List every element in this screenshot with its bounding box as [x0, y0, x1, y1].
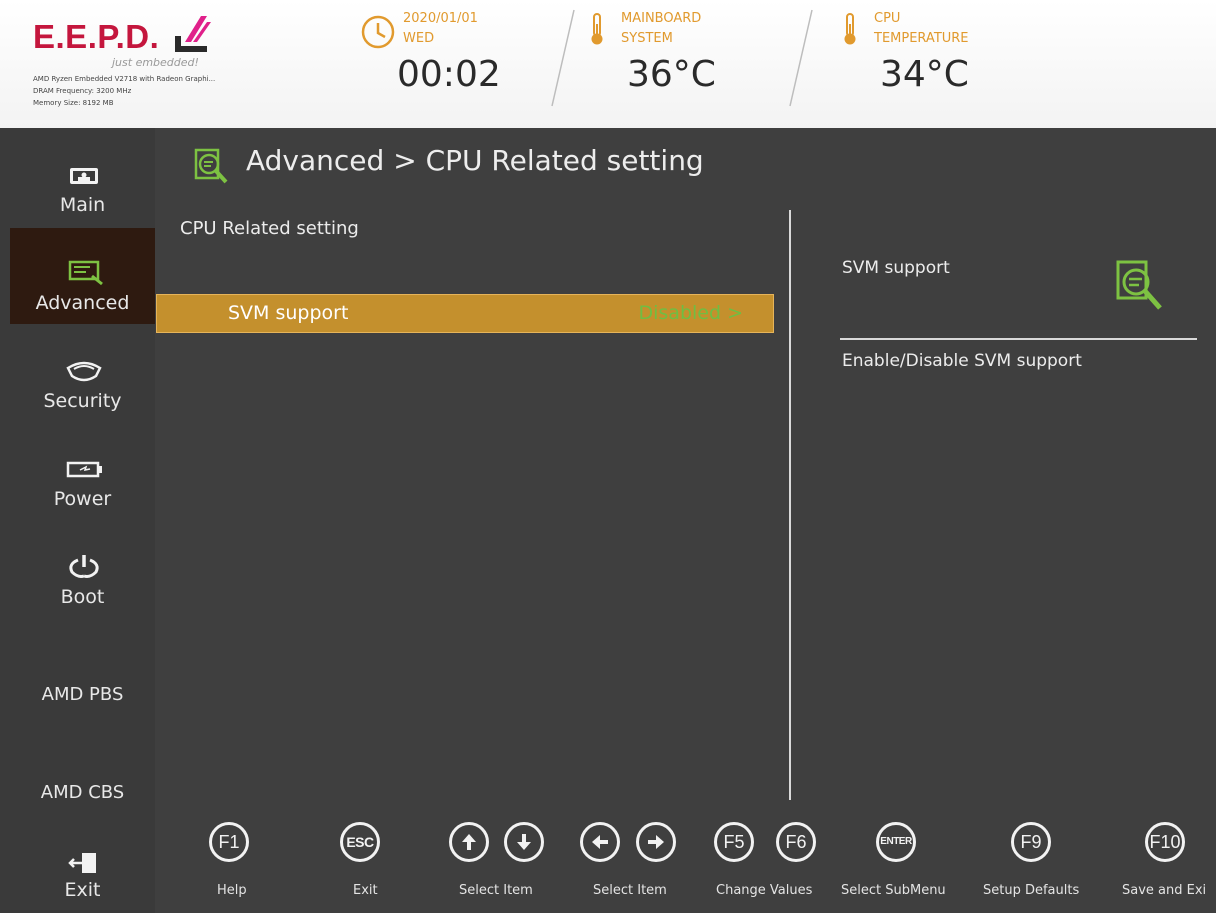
- sidebar-item-label: Security: [43, 390, 122, 412]
- f5-key[interactable]: F5: [714, 822, 754, 862]
- cpu-sublabel: TEMPERATURE: [874, 31, 969, 46]
- sidebar-item-power[interactable]: Power: [10, 424, 155, 520]
- sidebar-item-label: Main: [59, 194, 106, 216]
- mainboard-label: MAINBOARD: [621, 11, 702, 26]
- arrow-left-key[interactable]: [580, 822, 620, 862]
- panel-divider: [789, 210, 791, 800]
- power-cycle-icon: [69, 555, 99, 578]
- arrow-right-icon: [648, 835, 664, 849]
- f9-key[interactable]: F9: [1011, 822, 1051, 862]
- shield-icon: [66, 361, 102, 382]
- header-divider: [551, 9, 575, 107]
- sidebar-item-security[interactable]: Security: [10, 326, 155, 422]
- date-label: 2020/01/01: [403, 11, 478, 26]
- header-divider: [789, 9, 813, 107]
- arrow-left-icon: [592, 835, 608, 849]
- sidebar-item-label: Power: [53, 488, 112, 510]
- cpu-model-text: AMD Ryzen Embedded V2718 with Radeon Gra…: [33, 75, 216, 83]
- f6-key[interactable]: F6: [776, 822, 816, 862]
- arrow-up-icon: [462, 834, 476, 850]
- exit-icon: [68, 853, 96, 873]
- sidebar-item-main[interactable]: Main: [10, 130, 155, 226]
- clock-icon: [361, 15, 395, 49]
- advanced-icon: [1116, 260, 1162, 310]
- key-description: Select Item: [593, 883, 667, 898]
- breadcrumb: Advanced > CPU Related setting: [246, 144, 704, 177]
- dram-frequency-text: DRAM Frequency: 3200 MHz: [33, 87, 132, 95]
- brand-tagline: just embedded!: [112, 56, 199, 69]
- header-bar: E.E.P.D. just embedded! AMD Ryzen Embedd…: [0, 0, 1216, 128]
- mainboard-temp-value: 36°C: [627, 54, 716, 95]
- brand-mark-icon: [175, 16, 211, 52]
- sidebar-item-advanced[interactable]: Advanced: [10, 228, 155, 324]
- key-description: Select Item: [459, 883, 533, 898]
- time-value: 00:02: [397, 54, 501, 95]
- arrow-right-key[interactable]: [636, 822, 676, 862]
- brand-logo: E.E.P.D.: [33, 18, 160, 55]
- cpu-label: CPU: [874, 11, 901, 26]
- advanced-icon: [68, 260, 103, 286]
- key-description: Select SubMenu: [841, 883, 946, 898]
- arrow-down-icon: [517, 834, 531, 850]
- key-description: Setup Defaults: [983, 883, 1080, 898]
- f1-key[interactable]: F1: [209, 822, 249, 862]
- help-description: Enable/Disable SVM support: [842, 351, 1082, 371]
- help-title: SVM support: [842, 258, 950, 278]
- cpu-temp-value: 34°C: [880, 54, 969, 95]
- advanced-icon: [194, 148, 228, 184]
- help-divider: [840, 338, 1197, 340]
- mainboard-sublabel: SYSTEM: [621, 31, 673, 46]
- setting-row-svm-support[interactable]: SVM support Disabled >: [156, 294, 774, 333]
- esc-key[interactable]: ESC: [340, 822, 380, 862]
- sidebar-item-exit[interactable]: Exit: [10, 817, 155, 913]
- monitor-icon: [70, 168, 98, 184]
- sidebar-item-label: Boot: [60, 586, 105, 608]
- enter-key[interactable]: ENTER: [876, 822, 916, 862]
- weekday-label: WED: [403, 31, 435, 46]
- key-description: Save and Exi: [1122, 883, 1207, 898]
- section-title: CPU Related setting: [180, 218, 359, 239]
- memory-size-text: Memory Size: 8192 MB: [33, 99, 114, 107]
- sidebar-item-boot[interactable]: Boot: [10, 522, 155, 618]
- sidebar-item-label: AMD PBS: [41, 684, 124, 705]
- key-description: Exit: [353, 883, 378, 898]
- setting-name: SVM support: [228, 302, 349, 324]
- sidebar-item-label: Exit: [64, 879, 101, 901]
- thermometer-icon: [844, 13, 856, 45]
- thermometer-icon: [591, 13, 603, 45]
- sidebar-item-amd-pbs[interactable]: AMD PBS: [10, 660, 155, 756]
- key-description: Change Values: [716, 883, 813, 898]
- key-description: Help: [217, 883, 247, 898]
- f10-key[interactable]: F10: [1145, 822, 1185, 862]
- sidebar-item-label: Advanced: [35, 292, 130, 314]
- arrow-up-key[interactable]: [449, 822, 489, 862]
- sidebar-item-label: AMD CBS: [40, 782, 125, 803]
- arrow-down-key[interactable]: [504, 822, 544, 862]
- battery-icon: [66, 461, 102, 478]
- setting-value[interactable]: Disabled >: [639, 302, 744, 324]
